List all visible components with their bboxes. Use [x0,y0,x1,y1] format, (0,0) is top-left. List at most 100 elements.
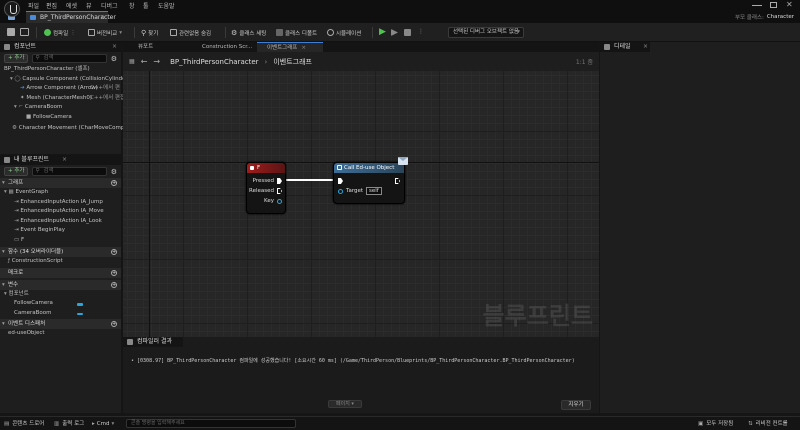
close-tab-icon[interactable]: × [100,12,105,23]
forward-arrow-icon[interactable]: → [153,57,160,66]
simulation-button[interactable]: 시뮬레이션 [327,27,361,38]
struct-pin-icon[interactable] [277,198,282,204]
dispatchers-section[interactable]: ▾ 이벤트 디스패처 + [0,319,121,329]
dispatcher-item[interactable]: ed-useObject [0,329,121,339]
menu-tools[interactable]: 툴 [143,1,149,10]
menu-help[interactable]: 도움말 [158,1,175,10]
play-icon[interactable]: ▶ [379,27,388,37]
add-graph-icon[interactable]: + [111,180,117,186]
close-window-icon[interactable]: ✕ [786,0,793,9]
components-category[interactable]: ▾ 컴포넌트 [0,290,121,300]
event-item[interactable]: ▭ F [0,236,121,246]
event-graph-canvas[interactable]: F Pressed Released Key Call Ed-use Objec… [123,71,599,337]
menu-window[interactable]: 창 [129,1,135,10]
blueprint-search-input[interactable]: ⚲ 검색 [32,167,107,176]
menu-file[interactable]: 파일 [28,1,39,10]
add-macro-icon[interactable]: + [111,269,117,276]
back-arrow-icon[interactable]: ← [141,57,148,66]
variables-section[interactable]: ▾ 변수 + [0,279,121,290]
details-title: 디테일 [614,43,631,50]
save-all-status[interactable]: ▣ 모두 저장됨 [698,420,733,428]
exec-in-pin-icon[interactable] [338,178,343,184]
target-pin[interactable]: Target self [334,186,404,196]
add-member-button[interactable]: + 추가 [4,167,29,176]
exec-pin-icon[interactable] [277,188,282,194]
menu-view[interactable]: 뷰 [86,1,92,10]
console-command-input[interactable]: 콘솔 명령을 입력해주세요 [126,419,296,428]
add-variable-icon[interactable]: + [111,281,117,288]
class-settings-button[interactable]: ⚙ 클래스 세팅 [231,27,266,38]
component-cameraboom[interactable]: ▾ ⌐ CameraBoom [0,103,121,113]
output-log-button[interactable]: ▥ 출력 로그 [54,420,84,428]
exec-pin-icon[interactable] [277,178,282,184]
settings-gear-icon[interactable]: ⚙ [111,168,117,176]
pressed-pin[interactable]: Pressed [247,176,285,186]
component-movement[interactable]: ⚙ Character Movement (CharMoveComp) [0,124,127,134]
macros-section[interactable]: 매크로 + [0,267,121,278]
function-item[interactable]: ƒ ConstructionScript [0,257,121,267]
released-pin[interactable]: Released [247,186,285,196]
unreal-logo-icon[interactable] [4,1,20,17]
functions-section[interactable]: ▾ 함수 (34 오버라이더블) + [0,247,121,257]
key-pin[interactable]: Key [247,196,285,206]
step-icon[interactable] [391,29,398,36]
graphs-section[interactable]: ▾ 그래프 + [0,178,121,188]
compiler-results-header: 컴파일러 결과 [123,337,183,347]
tab-event-graph[interactable]: 이벤트그래프 × [257,42,323,52]
component-root[interactable]: BP_ThirdPersonCharacter (셀프) [0,65,121,75]
input-key-f-node[interactable]: F Pressed Released Key [246,162,286,214]
settings-gear-icon[interactable]: ⚙ [111,55,117,63]
event-item[interactable]: ⇥ Event BeginPlay [0,226,121,236]
menu-edit[interactable]: 편집 [46,1,57,10]
component-followcamera[interactable]: ■ FollowCamera [0,113,121,123]
clear-button[interactable]: 지우기 [561,400,591,410]
event-item[interactable]: ⇥ EnhancedInputAction IA_Jump [0,198,121,208]
call-ed-use-object-node[interactable]: Call Ed-use Object Target self [333,162,405,204]
breadcrumb-root[interactable]: BP_ThirdPersonCharacter [170,58,258,66]
content-drawer-button[interactable]: ▤ 콘텐츠 드로어 [4,420,44,428]
tab-construction-script[interactable]: Construction Scr...× [192,42,261,52]
stop-icon[interactable] [404,29,411,36]
event-item[interactable]: ⇥ EnhancedInputAction IA_Look [0,217,121,227]
close-panel-icon[interactable]: × [112,42,117,52]
blueprint-document-tab[interactable]: BP_ThirdPersonCharacter × [26,11,116,23]
more-options-icon[interactable]: ⋮ [418,28,424,35]
parent-class-value[interactable]: Character [767,14,794,20]
page-button[interactable]: 페이지 ▾ [328,400,362,408]
add-function-icon[interactable]: + [111,249,117,255]
add-component-button[interactable]: + 추가 [4,54,29,63]
event-graph-item[interactable]: ▾ ▦ EventGraph [0,188,121,198]
variable-item[interactable]: FollowCamera [0,299,121,309]
add-dispatcher-icon[interactable]: + [111,321,117,327]
menu-asset[interactable]: 에셋 [66,1,77,10]
exec-out-pin-icon[interactable] [395,178,400,184]
maximize-icon[interactable] [770,2,777,8]
components-search-input[interactable]: ⚲ 검색 [32,54,107,63]
minimize-icon[interactable] [752,5,762,6]
object-pin-icon[interactable] [338,188,343,194]
compile-button[interactable]: 컴파일 ⋮ [44,27,76,38]
variable-item[interactable]: CameraBoom [0,309,121,319]
message-envelope-icon [398,157,408,165]
cmd-label: Cmd [96,421,110,427]
component-mesh[interactable]: ✦ Mesh (CharacterMesh0) C++에서 편집 [0,94,125,104]
diff-button[interactable]: 버전비교 ▾ [88,27,122,38]
source-control-button[interactable]: ⇅ 리비전 컨트롤 [748,420,788,428]
macros-label: 매크로 [8,269,24,276]
find-button[interactable]: ⚲ 찾기 [141,27,158,38]
save-asset-icon[interactable] [7,28,15,36]
browse-icon[interactable] [20,28,29,36]
debug-object-dropdown[interactable]: 선택된 디버그 오브젝트 없음 ▾ [448,27,524,38]
menu-debug[interactable]: 디버그 [101,1,118,10]
event-item[interactable]: ⇥ EnhancedInputAction IA_Move [0,207,121,217]
close-panel-icon[interactable]: × [62,155,67,165]
class-defaults-button[interactable]: 클래스 디폴트 [276,27,317,38]
close-panel-icon[interactable]: × [643,42,648,52]
component-capsule[interactable]: ▾ ◯ Capsule Component (CollisionCylinder… [0,75,130,85]
tab-viewport[interactable]: 뷰포트 [128,42,153,52]
cmd-dropdown[interactable]: ▸ Cmd ▾ [92,420,114,428]
component-arrow[interactable]: ➜ Arrow Component (Arrow) C++에서 편 [0,84,121,94]
hide-unrelated-button[interactable]: 관련없음 숨김 [170,27,211,38]
graph-menu-icon[interactable]: ▦ [129,58,135,65]
target-value-field[interactable]: self [366,187,382,195]
